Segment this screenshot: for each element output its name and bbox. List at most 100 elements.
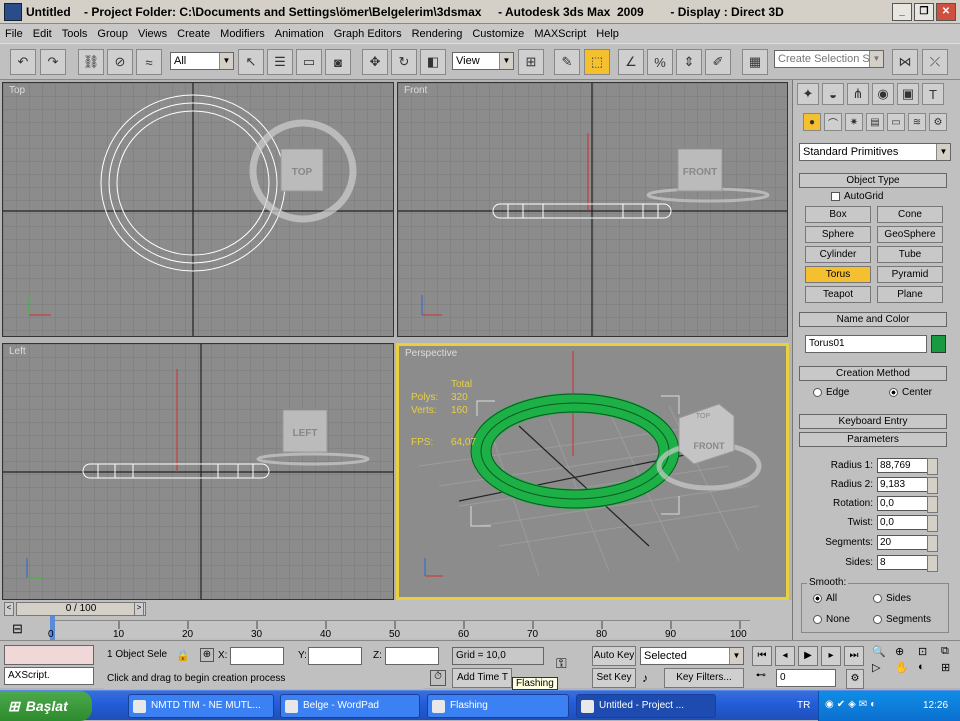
menu-rendering[interactable]: Rendering bbox=[407, 28, 468, 40]
rotate-icon[interactable]: ↻ bbox=[391, 49, 417, 75]
reference-coordinate-dropdown[interactable]: View ▼ bbox=[452, 52, 514, 70]
current-frame-field[interactable]: 0 bbox=[776, 669, 836, 687]
viewport-top[interactable]: TOP Top bbox=[2, 82, 394, 337]
task-nmtd[interactable]: NMTD TIM - NE MUTL... bbox=[128, 694, 274, 718]
play-icon[interactable]: ▶ bbox=[798, 646, 818, 666]
redo-icon[interactable]: ↷ bbox=[40, 49, 66, 75]
go-to-start-icon[interactable]: ⏮ bbox=[752, 646, 772, 666]
task-wordpad[interactable]: Belge - WordPad bbox=[280, 694, 420, 718]
tray-icons[interactable]: ◉✔◈✉◐ bbox=[825, 699, 879, 710]
viewport-perspective[interactable]: TOP FRONT Perspective Total Polys: 320 V… bbox=[396, 343, 789, 600]
app-icon[interactable] bbox=[4, 2, 22, 21]
select-by-name-icon[interactable]: ☰ bbox=[267, 49, 293, 75]
bind-space-warp-icon[interactable]: ≈ bbox=[136, 49, 162, 75]
select-object-icon[interactable]: ↖ bbox=[238, 49, 264, 75]
cone-button[interactable]: Cone bbox=[877, 206, 943, 223]
geometry-icon[interactable]: ● bbox=[803, 113, 821, 131]
minimize-icon[interactable]: _ bbox=[892, 2, 912, 21]
z-coordinate-field[interactable] bbox=[385, 647, 439, 665]
radius2-spinner[interactable]: 9,183 bbox=[877, 477, 938, 494]
zoom-icon[interactable]: 🔍 bbox=[872, 645, 892, 658]
tube-button[interactable]: Tube bbox=[877, 246, 943, 263]
keyboard-entry-rollout[interactable]: Keyboard Entry bbox=[799, 414, 947, 429]
sides-spinner[interactable]: 8 bbox=[877, 555, 938, 572]
y-coordinate-field[interactable] bbox=[308, 647, 362, 665]
restore-icon[interactable]: ❐ bbox=[914, 2, 934, 21]
viewcube-front-label[interactable]: FRONT bbox=[683, 167, 717, 178]
menu-maxscript[interactable]: MAXScript bbox=[529, 28, 591, 40]
spinner-snap-icon[interactable]: ⇕ bbox=[676, 49, 702, 75]
maximize-viewport-icon[interactable]: ⊞ bbox=[941, 661, 960, 674]
orbit-icon[interactable]: ◐ bbox=[918, 661, 938, 674]
set-key-button[interactable]: Set Key bbox=[592, 668, 636, 688]
key-filters-button[interactable]: Key Filters... bbox=[664, 668, 744, 688]
object-color-swatch[interactable] bbox=[931, 335, 946, 353]
zoom-extents-icon[interactable]: ⊡ bbox=[918, 645, 938, 658]
hierarchy-tab-icon[interactable]: ⋔ bbox=[847, 83, 869, 105]
scale-icon[interactable]: ◧ bbox=[420, 49, 446, 75]
parameters-rollout[interactable]: Parameters bbox=[799, 432, 947, 447]
move-icon[interactable]: ✥ bbox=[362, 49, 388, 75]
menu-views[interactable]: Views bbox=[133, 28, 172, 40]
display-tab-icon[interactable]: ▣ bbox=[897, 83, 919, 105]
viewport-left[interactable]: LEFT Left bbox=[2, 343, 394, 600]
object-name-field[interactable]: Torus01 bbox=[805, 335, 927, 353]
slider-left-icon[interactable]: < bbox=[4, 602, 14, 616]
viewcube-left-label[interactable]: LEFT bbox=[293, 428, 318, 439]
menu-animation[interactable]: Animation bbox=[270, 28, 329, 40]
utilities-tab-icon[interactable]: T bbox=[922, 83, 944, 105]
autogrid-checkbox[interactable]: AutoGrid bbox=[831, 191, 883, 202]
creation-method-rollout[interactable]: Creation Method bbox=[799, 366, 947, 381]
viewport-front[interactable]: FRONT Front bbox=[397, 82, 788, 337]
plane-button[interactable]: Plane bbox=[877, 286, 943, 303]
maxscript-listener-pink[interactable] bbox=[4, 645, 94, 665]
radius1-spinner[interactable]: 88,769 bbox=[877, 458, 938, 475]
twist-spinner[interactable]: 0,0 bbox=[877, 515, 938, 532]
menu-create[interactable]: Create bbox=[172, 28, 215, 40]
menu-group[interactable]: Group bbox=[92, 28, 133, 40]
shapes-icon[interactable]: ⌒ bbox=[824, 113, 842, 131]
add-time-tag-button[interactable]: Add Time T bbox=[452, 668, 512, 688]
named-selection-icon[interactable]: ▦ bbox=[742, 49, 768, 75]
go-to-end-icon[interactable]: ⏭ bbox=[844, 646, 864, 666]
window-crossing-icon[interactable]: ◙ bbox=[325, 49, 351, 75]
zoom-extents-all-icon[interactable]: ⧉ bbox=[941, 645, 960, 658]
create-tab-icon[interactable]: ✦ bbox=[797, 83, 819, 105]
viewport-label-front[interactable]: Front bbox=[404, 85, 427, 96]
task-flashing[interactable]: Flashing bbox=[427, 694, 569, 718]
maxscript-mini-listener[interactable]: AXScript. bbox=[4, 667, 94, 685]
auto-key-button[interactable]: Auto Key bbox=[592, 646, 636, 666]
key-mode-icon[interactable]: ⊷ bbox=[756, 670, 766, 681]
smooth-all-radio[interactable]: All bbox=[813, 593, 837, 604]
menu-graph-editors[interactable]: Graph Editors bbox=[329, 28, 407, 40]
undo-icon[interactable]: ↶ bbox=[10, 49, 36, 75]
zoom-all-icon[interactable]: ⊕ bbox=[895, 645, 915, 658]
sphere-button[interactable]: Sphere bbox=[805, 226, 871, 243]
lock-selection-icon[interactable]: 🔒 bbox=[176, 649, 190, 662]
lights-icon[interactable]: ✷ bbox=[845, 113, 863, 131]
creation-center-radio[interactable]: Center bbox=[889, 387, 932, 398]
curve-editor-icon[interactable]: ⊟ bbox=[12, 621, 32, 637]
next-frame-icon[interactable]: ▸ bbox=[821, 646, 841, 666]
category-dropdown[interactable]: Standard Primitives ▼ bbox=[799, 143, 951, 161]
modify-tab-icon[interactable]: ◒ bbox=[822, 83, 844, 105]
geosphere-button[interactable]: GeoSphere bbox=[877, 226, 943, 243]
segments-spinner[interactable]: 20 bbox=[877, 535, 938, 552]
close-icon[interactable]: ✕ bbox=[936, 2, 956, 21]
viewcube-persp-front-label[interactable]: FRONT bbox=[694, 441, 725, 451]
unlink-icon[interactable]: ⊘ bbox=[107, 49, 133, 75]
pyramid-button[interactable]: Pyramid bbox=[877, 266, 943, 283]
time-config-icon[interactable]: ⚙ bbox=[846, 669, 864, 689]
field-of-view-icon[interactable]: ▷ bbox=[872, 661, 892, 674]
angle-snap-icon[interactable]: ∠ bbox=[618, 49, 644, 75]
select-manipulate-icon[interactable]: ✎ bbox=[554, 49, 580, 75]
cylinder-button[interactable]: Cylinder bbox=[805, 246, 871, 263]
helpers-icon[interactable]: ▭ bbox=[887, 113, 905, 131]
language-indicator[interactable]: TR bbox=[797, 700, 810, 711]
link-icon[interactable]: ⛓ bbox=[78, 49, 104, 75]
previous-frame-icon[interactable]: ◂ bbox=[775, 646, 795, 666]
spacewarps-icon[interactable]: ≋ bbox=[908, 113, 926, 131]
key-icon[interactable]: ⚿ bbox=[556, 655, 567, 672]
menu-customize[interactable]: Customize bbox=[467, 28, 529, 40]
slider-right-icon[interactable]: > bbox=[134, 602, 144, 616]
